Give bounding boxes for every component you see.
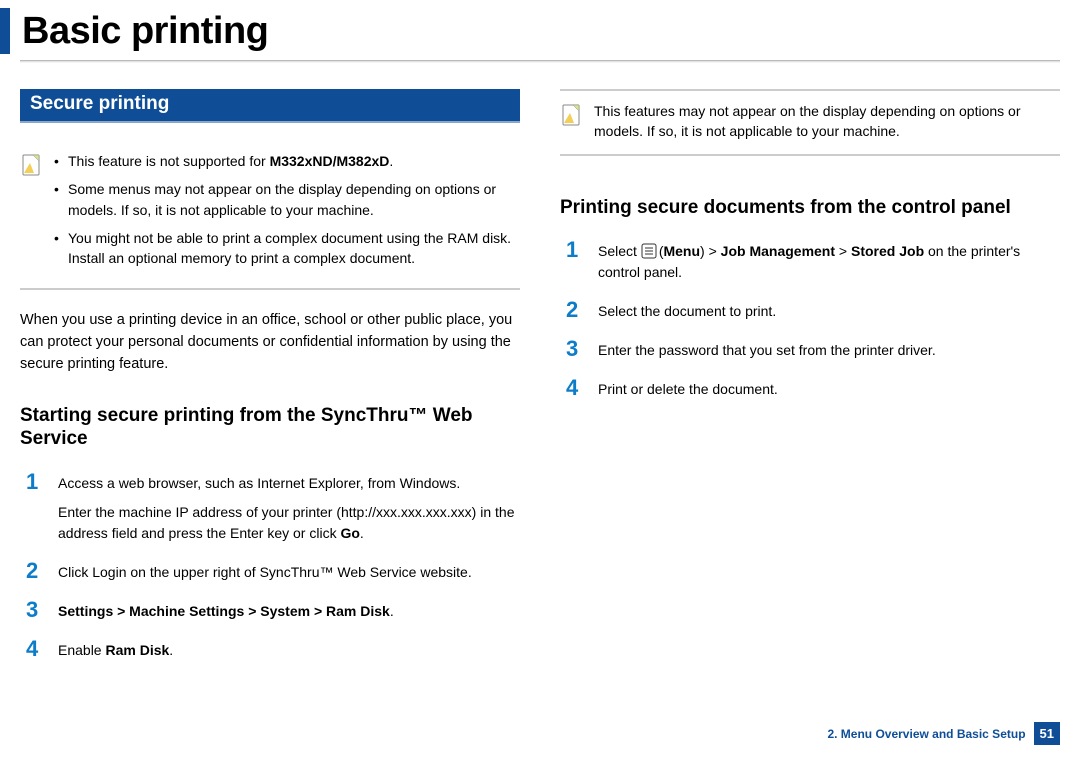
step-number: 2 (566, 299, 582, 321)
step: 1 Select (Menu) > Job Management > Stored… (566, 239, 1060, 283)
right-column: This features may not appear on the disp… (560, 89, 1060, 677)
subheading-control-panel: Printing secure documents from the contr… (560, 196, 1060, 220)
step-number: 4 (566, 377, 582, 399)
note-content-right: This features may not appear on the disp… (594, 101, 1060, 142)
step-body: Print or delete the document. (598, 377, 1060, 400)
step-number: 2 (26, 560, 42, 582)
note-icon (20, 153, 44, 177)
step: 3 Settings > Machine Settings > System > … (26, 599, 520, 622)
note-content-left: This feature is not supported for M332xN… (54, 151, 520, 276)
step: 1 Access a web browser, such as Internet … (26, 471, 520, 544)
content-columns: Secure printing This feature is not supp… (0, 63, 1080, 677)
step-body: Enter the password that you set from the… (598, 338, 1060, 361)
page-title-row: Basic printing (0, 0, 1080, 54)
note-box-right: This features may not appear on the disp… (560, 89, 1060, 156)
page-footer: 2. Menu Overview and Basic Setup 51 (827, 722, 1060, 745)
step-body: Settings > Machine Settings > System > R… (58, 599, 520, 622)
step: 3 Enter the password that you set from th… (566, 338, 1060, 361)
step-body: Select (Menu) > Job Management > Stored … (598, 239, 1060, 283)
step-number: 4 (26, 638, 42, 660)
step: 2 Select the document to print. (566, 299, 1060, 322)
note-bullet: Some menus may not appear on the display… (54, 179, 520, 220)
body-text: When you use a printing device in an off… (20, 310, 520, 375)
step: 4 Print or delete the document. (566, 377, 1060, 400)
footer-page-number: 51 (1034, 722, 1060, 745)
note-icon (560, 103, 584, 127)
note-bullet: This feature is not supported for M332xN… (54, 151, 520, 171)
step: 4 Enable Ram Disk. (26, 638, 520, 661)
title-accent-bar (0, 8, 10, 54)
step-number: 3 (26, 599, 42, 621)
step: 2 Click Login on the upper right of SyncT… (26, 560, 520, 583)
step-number: 3 (566, 338, 582, 360)
step-body: Select the document to print. (598, 299, 1060, 322)
subheading-syncthru: Starting secure printing from the SyncTh… (20, 404, 520, 452)
step-number: 1 (566, 239, 582, 261)
steps-right: 1 Select (Menu) > Job Management > Stored… (560, 239, 1060, 400)
page-title: Basic printing (22, 10, 268, 53)
footer-chapter: 2. Menu Overview and Basic Setup (827, 727, 1025, 741)
step-body: Enable Ram Disk. (58, 638, 520, 661)
step-number: 1 (26, 471, 42, 493)
note-text-right: This features may not appear on the disp… (594, 103, 1021, 139)
left-column: Secure printing This feature is not supp… (20, 89, 520, 677)
step-body: Click Login on the upper right of SyncTh… (58, 560, 520, 583)
step-body: Access a web browser, such as Internet E… (58, 471, 520, 544)
note-box-left: This feature is not supported for M332xN… (20, 145, 520, 290)
steps-left: 1 Access a web browser, such as Internet … (20, 471, 520, 661)
menu-icon (641, 243, 657, 259)
section-header-secure-printing: Secure printing (20, 89, 520, 123)
note-bullet: You might not be able to print a complex… (54, 228, 520, 269)
